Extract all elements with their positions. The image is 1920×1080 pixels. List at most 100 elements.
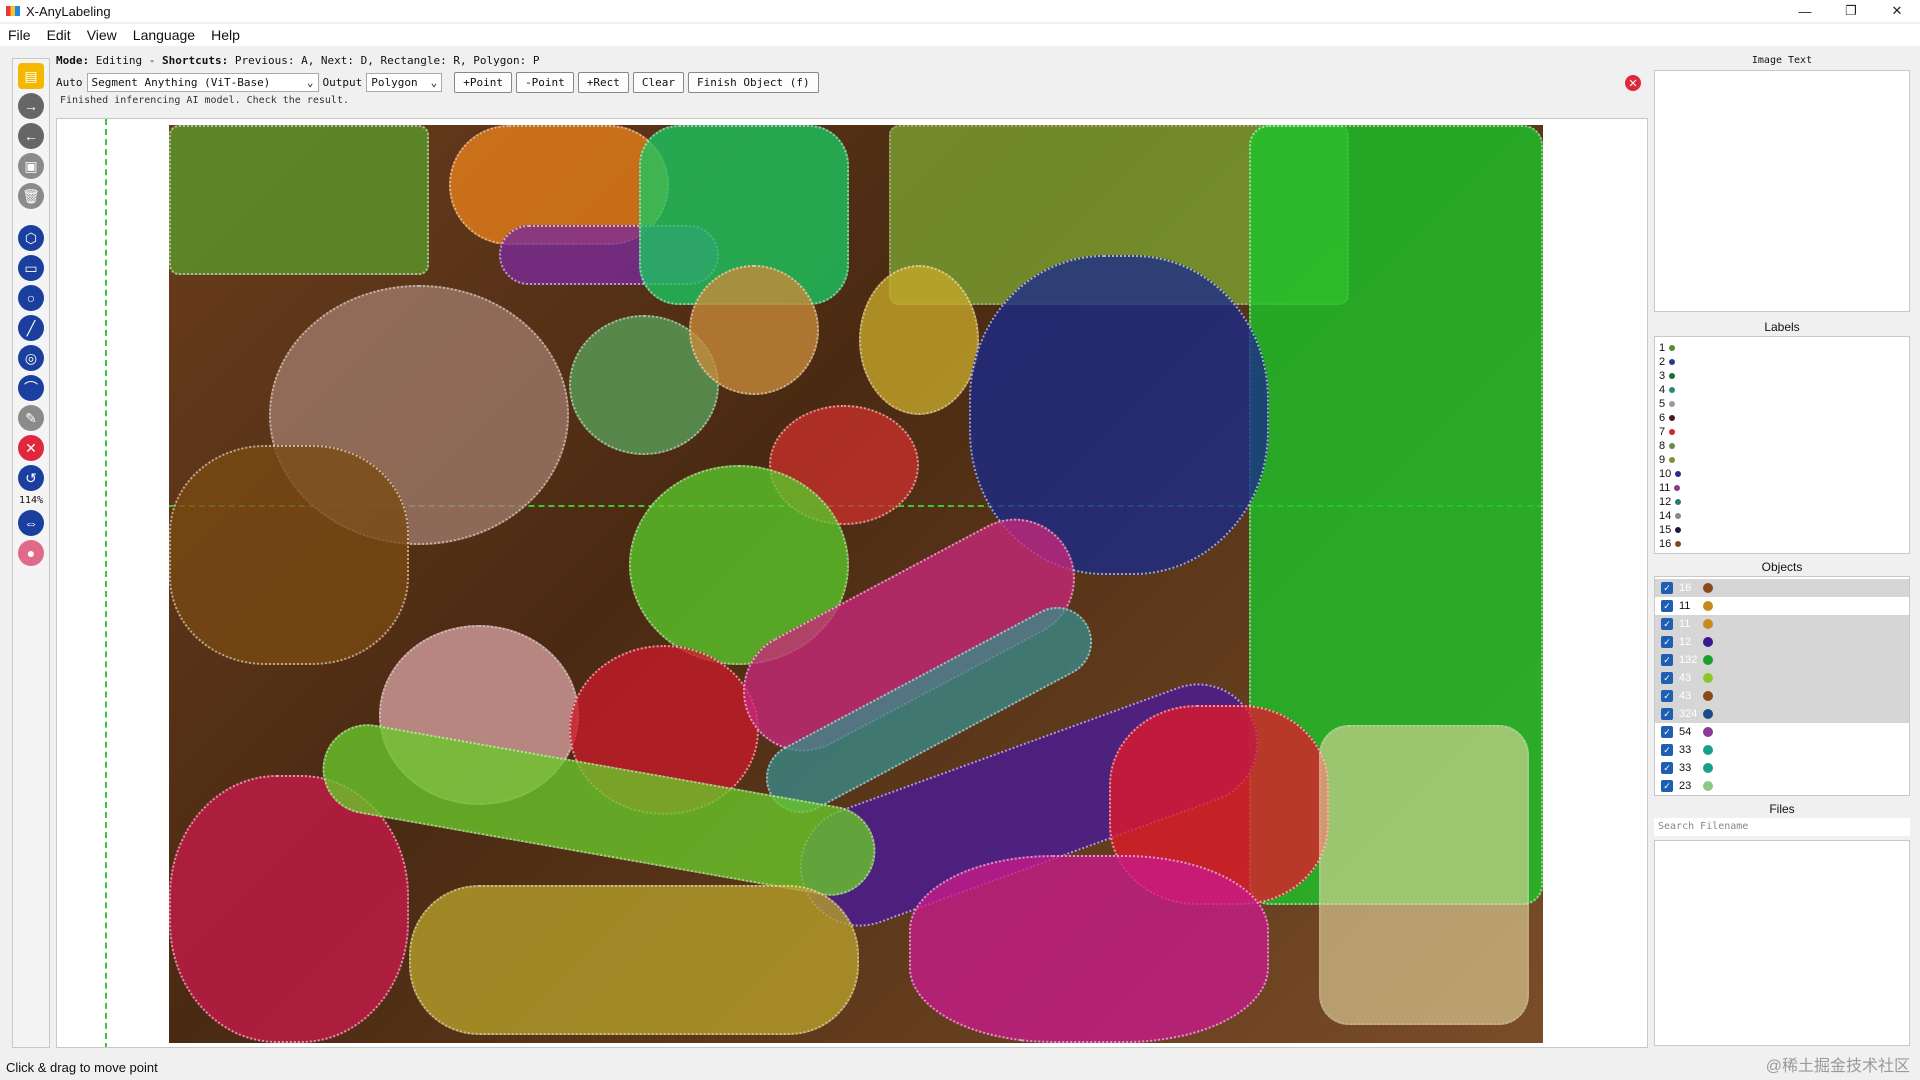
- object-checkbox[interactable]: ✓: [1661, 690, 1673, 702]
- label-color-dot: [1674, 485, 1681, 491]
- circle-tool-icon[interactable]: ○: [18, 285, 44, 311]
- object-item[interactable]: ✓ 132: [1655, 651, 1909, 669]
- label-name: 15: [1659, 524, 1672, 536]
- remove-point-button[interactable]: -Point: [516, 72, 574, 93]
- restore-button[interactable]: ❐: [1828, 0, 1874, 22]
- menu-edit[interactable]: Edit: [39, 27, 79, 43]
- brain-ai-icon[interactable]: ●: [18, 540, 44, 566]
- delete-file-icon[interactable]: 🗑: [18, 183, 44, 209]
- label-item[interactable]: 7: [1655, 425, 1909, 439]
- object-item[interactable]: ✓ 324: [1655, 705, 1909, 723]
- object-checkbox[interactable]: ✓: [1661, 780, 1673, 792]
- finish-object-button[interactable]: Finish Object (f): [688, 72, 819, 93]
- left-toolbar: ▤ → ← ▣ 🗑 ⬡ ▭ ○ ╱ ◎ ⌒ ✎ ✕ ↺ 114% ⇔ ●: [12, 58, 50, 1048]
- label-color-dot: [1669, 429, 1676, 435]
- line-tool-icon[interactable]: ╱: [18, 315, 44, 341]
- linestrip-tool-icon[interactable]: ⌒: [18, 375, 44, 401]
- segment-beans[interactable]: [1319, 725, 1529, 1025]
- object-checkbox[interactable]: ✓: [1661, 654, 1673, 666]
- rectangle-tool-icon[interactable]: ▭: [18, 255, 44, 281]
- label-item[interactable]: 12: [1655, 495, 1909, 509]
- object-item[interactable]: ✓ 12: [1655, 633, 1909, 651]
- label-name: 1: [1659, 342, 1666, 354]
- close-auto-labeling-icon[interactable]: ✕: [1625, 75, 1641, 91]
- add-rect-button[interactable]: +Rect: [577, 72, 629, 93]
- segment-bread[interactable]: [169, 445, 409, 665]
- segment-onion[interactable]: [689, 265, 819, 395]
- object-checkbox[interactable]: ✓: [1661, 600, 1673, 612]
- minimize-button[interactable]: —: [1782, 0, 1828, 22]
- label-item[interactable]: 11: [1655, 481, 1909, 495]
- segment-greens[interactable]: [169, 125, 429, 275]
- prev-image-icon[interactable]: ←: [18, 123, 44, 149]
- object-color-dot: [1703, 583, 1713, 593]
- label-item[interactable]: 3: [1655, 369, 1909, 383]
- label-item[interactable]: 6: [1655, 411, 1909, 425]
- output-select[interactable]: Polygon ⌄: [366, 73, 443, 92]
- object-item[interactable]: ✓ 43: [1655, 669, 1909, 687]
- polygon-tool-icon[interactable]: ⬡: [18, 225, 44, 251]
- label-item[interactable]: 4: [1655, 383, 1909, 397]
- object-item[interactable]: ✓ 11: [1655, 597, 1909, 615]
- segment-red-lettuce[interactable]: [909, 855, 1269, 1043]
- menu-language[interactable]: Language: [125, 27, 203, 43]
- objects-list: ✓ 16 ✓ 11 ✓ 11 ✓ 12 ✓ 132 ✓ 43 ✓ 43 ✓ 324 ✓ 54 ✓ 33 ✓ 33 ✓ 23: [1654, 576, 1910, 796]
- label-item[interactable]: 14: [1655, 509, 1909, 523]
- menu-view[interactable]: View: [79, 27, 125, 43]
- label-item[interactable]: 9: [1655, 453, 1909, 467]
- object-checkbox[interactable]: ✓: [1661, 636, 1673, 648]
- close-button[interactable]: ✕: [1874, 0, 1920, 22]
- label-item[interactable]: 1: [1655, 341, 1909, 355]
- files-search-input[interactable]: Search Filename: [1654, 818, 1910, 836]
- menu-help[interactable]: Help: [203, 27, 248, 43]
- model-select[interactable]: Segment Anything (ViT-Base) ⌄: [86, 73, 319, 92]
- clear-button[interactable]: Clear: [632, 72, 684, 93]
- label-item[interactable]: 5: [1655, 397, 1909, 411]
- label-item[interactable]: 8: [1655, 439, 1909, 453]
- label-item[interactable]: 16: [1655, 537, 1909, 551]
- add-point-button[interactable]: +Point: [454, 72, 512, 93]
- point-tool-icon[interactable]: ◎: [18, 345, 44, 371]
- object-checkbox[interactable]: ✓: [1661, 708, 1673, 720]
- label-name: 7: [1659, 426, 1666, 438]
- fit-width-icon[interactable]: ⇔: [18, 510, 44, 536]
- object-item[interactable]: ✓ 16: [1655, 579, 1909, 597]
- object-item[interactable]: ✓ 11: [1655, 615, 1909, 633]
- undo-icon[interactable]: ↺: [18, 465, 44, 491]
- delete-shape-icon[interactable]: ✕: [18, 435, 44, 461]
- object-item[interactable]: ✓ 54: [1655, 723, 1909, 741]
- object-color-dot: [1703, 673, 1713, 683]
- label-name: 2: [1659, 356, 1666, 368]
- object-item[interactable]: ✓ 43: [1655, 687, 1909, 705]
- object-checkbox[interactable]: ✓: [1661, 672, 1673, 684]
- label-item[interactable]: 10: [1655, 467, 1909, 481]
- label-color-dot: [1669, 457, 1676, 463]
- object-color-dot: [1703, 619, 1713, 629]
- edit-tool-icon[interactable]: ✎: [18, 405, 44, 431]
- object-checkbox[interactable]: ✓: [1661, 618, 1673, 630]
- object-checkbox[interactable]: ✓: [1661, 726, 1673, 738]
- next-image-icon[interactable]: →: [18, 93, 44, 119]
- object-item[interactable]: ✓ 33: [1655, 759, 1909, 777]
- object-checkbox[interactable]: ✓: [1661, 582, 1673, 594]
- canvas[interactable]: [56, 118, 1648, 1048]
- objects-title: Objects: [1761, 560, 1803, 574]
- segment-yellow-squash[interactable]: [409, 885, 859, 1035]
- open-folder-icon[interactable]: ▤: [18, 63, 44, 89]
- object-checkbox[interactable]: ✓: [1661, 762, 1673, 774]
- label-name: 12: [1659, 496, 1672, 508]
- object-name: 11: [1679, 618, 1691, 630]
- annotated-image[interactable]: [169, 125, 1543, 1043]
- label-color-dot: [1675, 527, 1682, 533]
- label-item[interactable]: 2: [1655, 355, 1909, 369]
- label-color-dot: [1669, 415, 1676, 421]
- save-icon[interactable]: ▣: [18, 153, 44, 179]
- image-text-box[interactable]: [1654, 70, 1910, 312]
- object-item[interactable]: ✓ 33: [1655, 741, 1909, 759]
- segment-yellow-tomato[interactable]: [859, 265, 979, 415]
- object-checkbox[interactable]: ✓: [1661, 744, 1673, 756]
- label-item[interactable]: 15: [1655, 523, 1909, 537]
- menu-file[interactable]: File: [0, 27, 39, 43]
- object-color-dot: [1703, 601, 1713, 611]
- object-item[interactable]: ✓ 23: [1655, 777, 1909, 795]
